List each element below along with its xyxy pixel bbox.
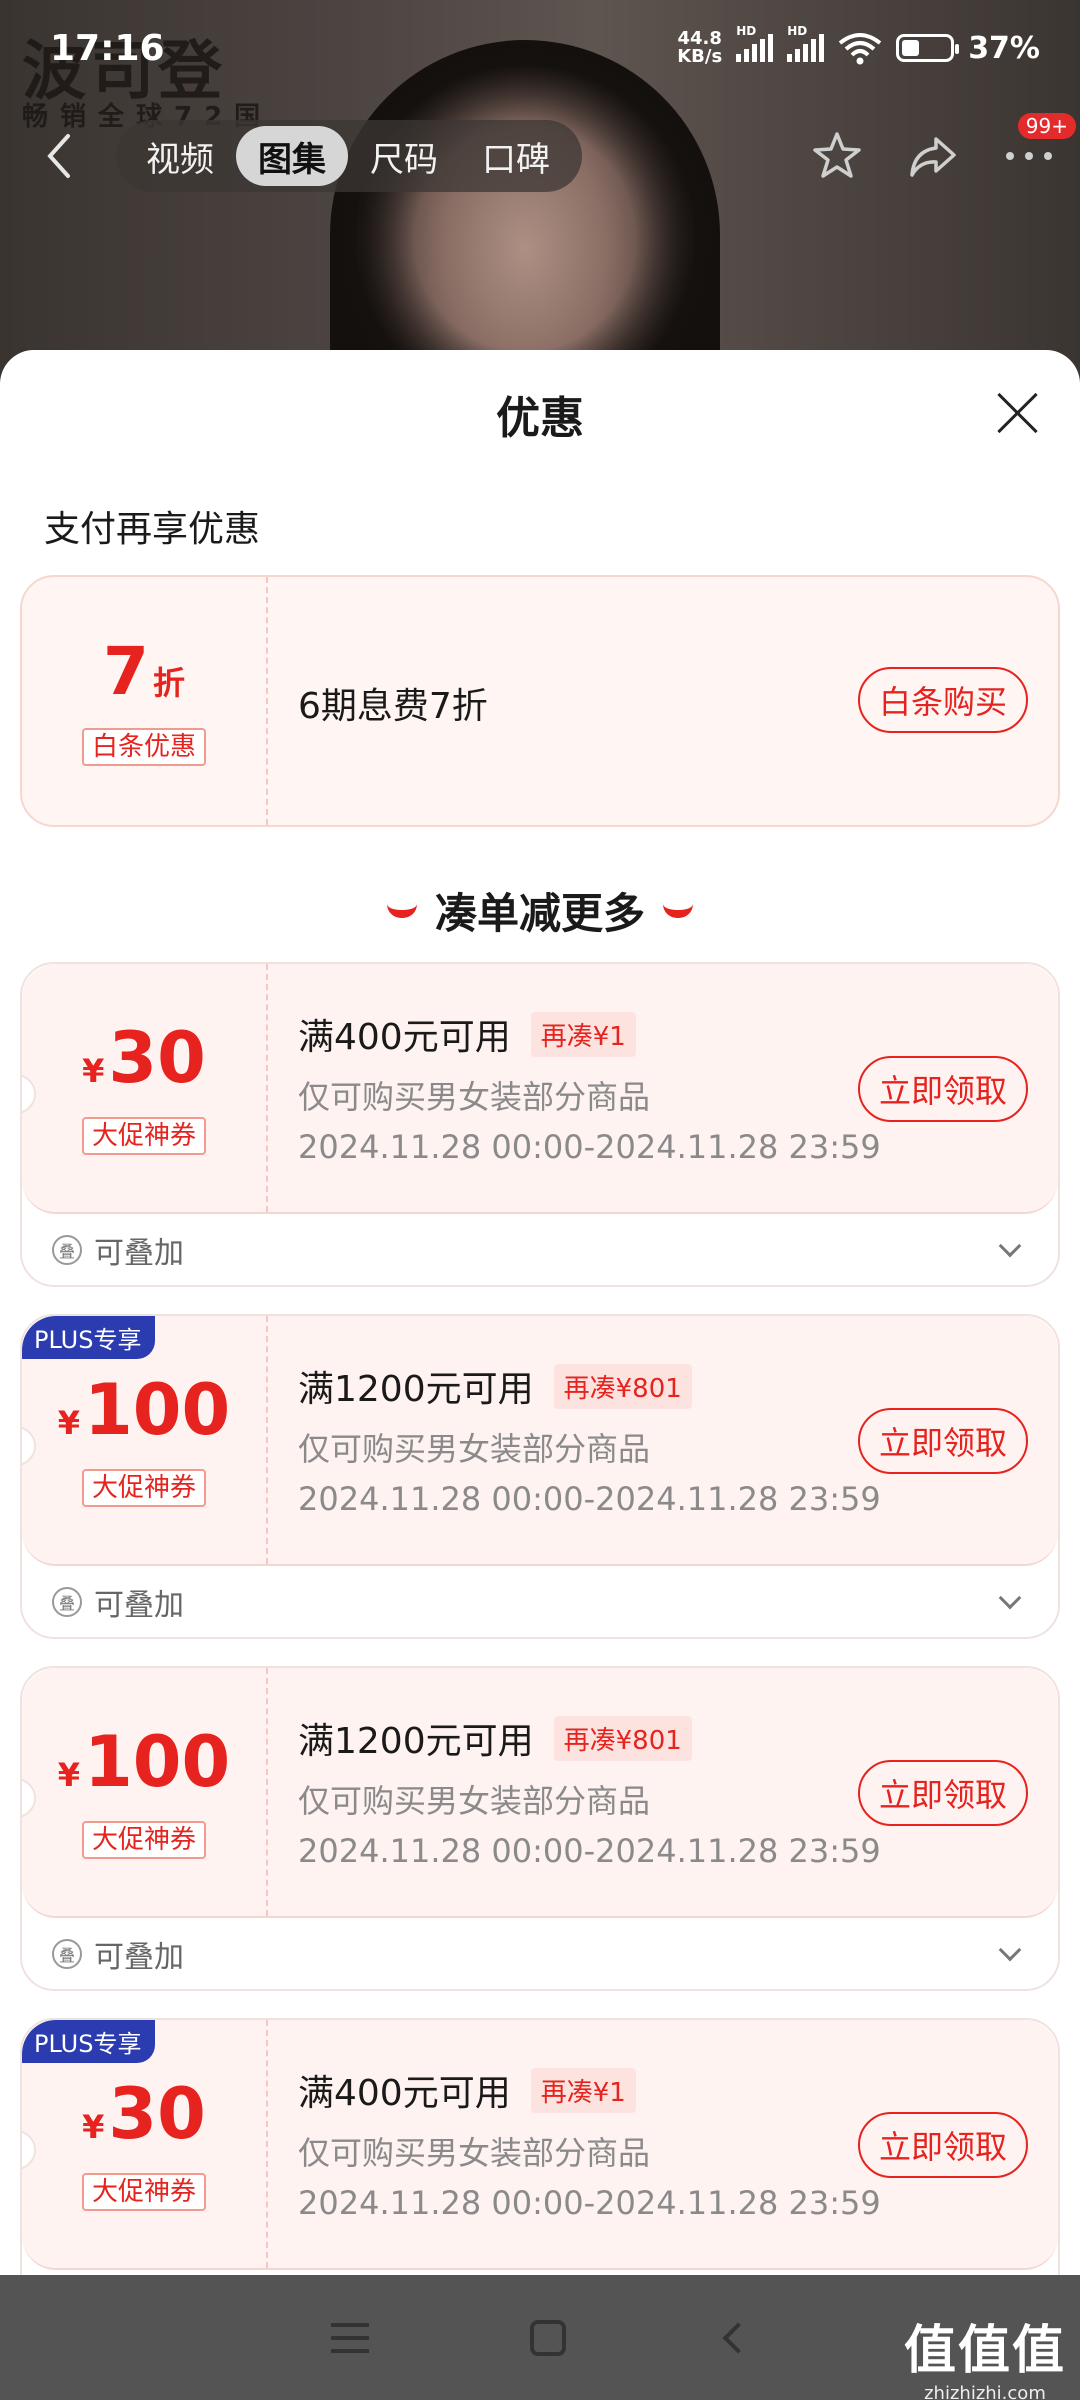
coupon-validity: 2024.11.28 00:00-2024.11.28 23:59	[298, 1480, 881, 1518]
recent-apps-icon[interactable]	[330, 2322, 369, 2353]
signal-icon: HD	[736, 24, 774, 62]
claim-coupon-button[interactable]: 立即领取	[858, 2112, 1028, 2178]
battery-icon	[896, 34, 960, 62]
coupon-tag: 大促神券	[81, 1116, 206, 1155]
coupon-need-more: 再凑¥1	[530, 1011, 636, 1057]
coupon-condition: 满1200元可用	[298, 1721, 534, 1762]
more-button[interactable]: 99+	[998, 113, 1076, 187]
claim-coupon-button[interactable]: 立即领取	[858, 1760, 1028, 1826]
network-speed: 44.8 KB/s	[677, 28, 723, 67]
share-button[interactable]	[902, 125, 964, 187]
stackable-label: 可叠加	[94, 1940, 184, 1975]
stack-icon: 叠	[52, 1235, 82, 1265]
home-icon[interactable]	[529, 2319, 566, 2356]
system-back-icon[interactable]	[722, 2321, 754, 2354]
baitiao-buy-button[interactable]: 白条购买	[858, 667, 1028, 733]
discount-sheet: 优惠 支付再享优惠 7折 白条优惠 6期息费7折 白条购买 凑单减更多 ¥30 …	[0, 350, 1080, 2275]
coupon-section-heading: 凑单减更多	[0, 880, 1080, 941]
coupon-card: PLUS专享 ¥100 大促神券 满1200元可用 再凑¥801 仅可购买男女装…	[20, 1314, 1060, 1639]
coupon-validity: 2024.11.28 00:00-2024.11.28 23:59	[298, 2184, 881, 2222]
coupon-amount: ¥30	[82, 2072, 206, 2155]
battery-percent: 37%	[968, 30, 1040, 66]
coupon-tag: 大促神券	[81, 2172, 206, 2211]
notification-badge: 99+	[1017, 113, 1076, 139]
coupon-validity: 2024.11.28 00:00-2024.11.28 23:59	[298, 1832, 881, 1870]
chevron-down-icon[interactable]	[998, 1938, 1022, 1962]
watermark: 值值值 zhizhizhi.com	[903, 2321, 1066, 2400]
payment-offer-card: 7折 白条优惠 6期息费7折 白条购买	[20, 575, 1060, 827]
product-nav-bar: 视频 图集 尺码 口碑 99+	[0, 113, 1080, 194]
close-icon[interactable]	[994, 390, 1040, 436]
tab-size[interactable]: 尺码	[348, 126, 460, 186]
coupon-scope: 仅可购买男女装部分商品	[298, 2134, 651, 2172]
coupon-need-more: 再凑¥801	[553, 1363, 692, 1409]
chevron-down-icon[interactable]	[998, 1586, 1022, 1610]
star-icon	[813, 132, 861, 178]
coupon-card: ¥100 大促神券 满1200元可用 再凑¥801 仅可购买男女装部分商品 20…	[20, 1666, 1060, 1991]
wifi-icon	[838, 33, 882, 65]
coupon-condition: 满400元可用	[298, 2073, 511, 2114]
coupon-scope: 仅可购买男女装部分商品	[298, 1430, 651, 1468]
sheet-title: 优惠	[496, 393, 584, 444]
stackable-row[interactable]: 叠 可叠加	[52, 1220, 1028, 1280]
chevron-down-icon[interactable]	[998, 1234, 1022, 1258]
payment-offer-description: 6期息费7折	[298, 686, 488, 727]
stack-icon: 叠	[52, 1587, 82, 1617]
plus-exclusive-badge: PLUS专享	[22, 1316, 156, 1359]
tab-video[interactable]: 视频	[124, 126, 236, 186]
stackable-row[interactable]: 叠 可叠加	[52, 1924, 1028, 1984]
status-bar: 17:16 44.8 KB/s HD HD 37%	[0, 0, 1080, 96]
coupon-condition: 满1200元可用	[298, 1369, 534, 1410]
coupon-amount: ¥100	[57, 1368, 231, 1451]
stackable-label: 可叠加	[94, 1236, 184, 1271]
coupon-scope: 仅可购买男女装部分商品	[298, 1078, 651, 1116]
tab-gallery[interactable]: 图集	[236, 126, 348, 186]
claim-coupon-button[interactable]: 立即领取	[858, 1056, 1028, 1122]
favorite-button[interactable]	[806, 125, 868, 187]
smile-icon	[386, 904, 417, 918]
coupon-condition: 满400元可用	[298, 1017, 511, 1058]
coupon-amount: ¥30	[82, 1016, 206, 1099]
back-button[interactable]	[40, 128, 90, 184]
coupon-tag: 大促神券	[81, 1820, 206, 1859]
coupon-need-more: 再凑¥801	[553, 1715, 692, 1761]
payment-offer-tag: 白条优惠	[81, 727, 206, 766]
coupon-scope: 仅可购买男女装部分商品	[298, 1782, 651, 1820]
claim-coupon-button[interactable]: 立即领取	[858, 1408, 1028, 1474]
stackable-label: 可叠加	[94, 1588, 184, 1623]
coupon-tag: 大促神券	[81, 1468, 206, 1507]
stackable-row[interactable]: 叠 可叠加	[52, 1572, 1028, 1632]
coupon-card: PLUS专享 ¥30 大促神券 满400元可用 再凑¥1 仅可购买男女装部分商品…	[20, 2018, 1060, 2275]
coupon-need-more: 再凑¥1	[530, 2067, 636, 2113]
stack-icon: 叠	[52, 1939, 82, 1969]
payment-section-label: 支付再享优惠	[44, 509, 261, 550]
chevron-left-icon	[47, 134, 70, 178]
discount-value: 7折	[103, 632, 185, 710]
more-dots-icon	[1006, 152, 1052, 160]
coupon-validity: 2024.11.28 00:00-2024.11.28 23:59	[298, 1128, 881, 1166]
media-tabs: 视频 图集 尺码 口碑	[116, 120, 582, 192]
plus-exclusive-badge: PLUS专享	[22, 2020, 156, 2063]
coupon-amount: ¥100	[57, 1720, 231, 1803]
coupon-card: ¥30 大促神券 满400元可用 再凑¥1 仅可购买男女装部分商品 2024.1…	[20, 962, 1060, 1287]
share-icon	[910, 137, 956, 177]
signal-icon: HD	[787, 24, 825, 62]
tab-reviews[interactable]: 口碑	[460, 126, 572, 186]
status-time: 17:16	[50, 27, 165, 69]
smile-icon	[663, 904, 693, 918]
